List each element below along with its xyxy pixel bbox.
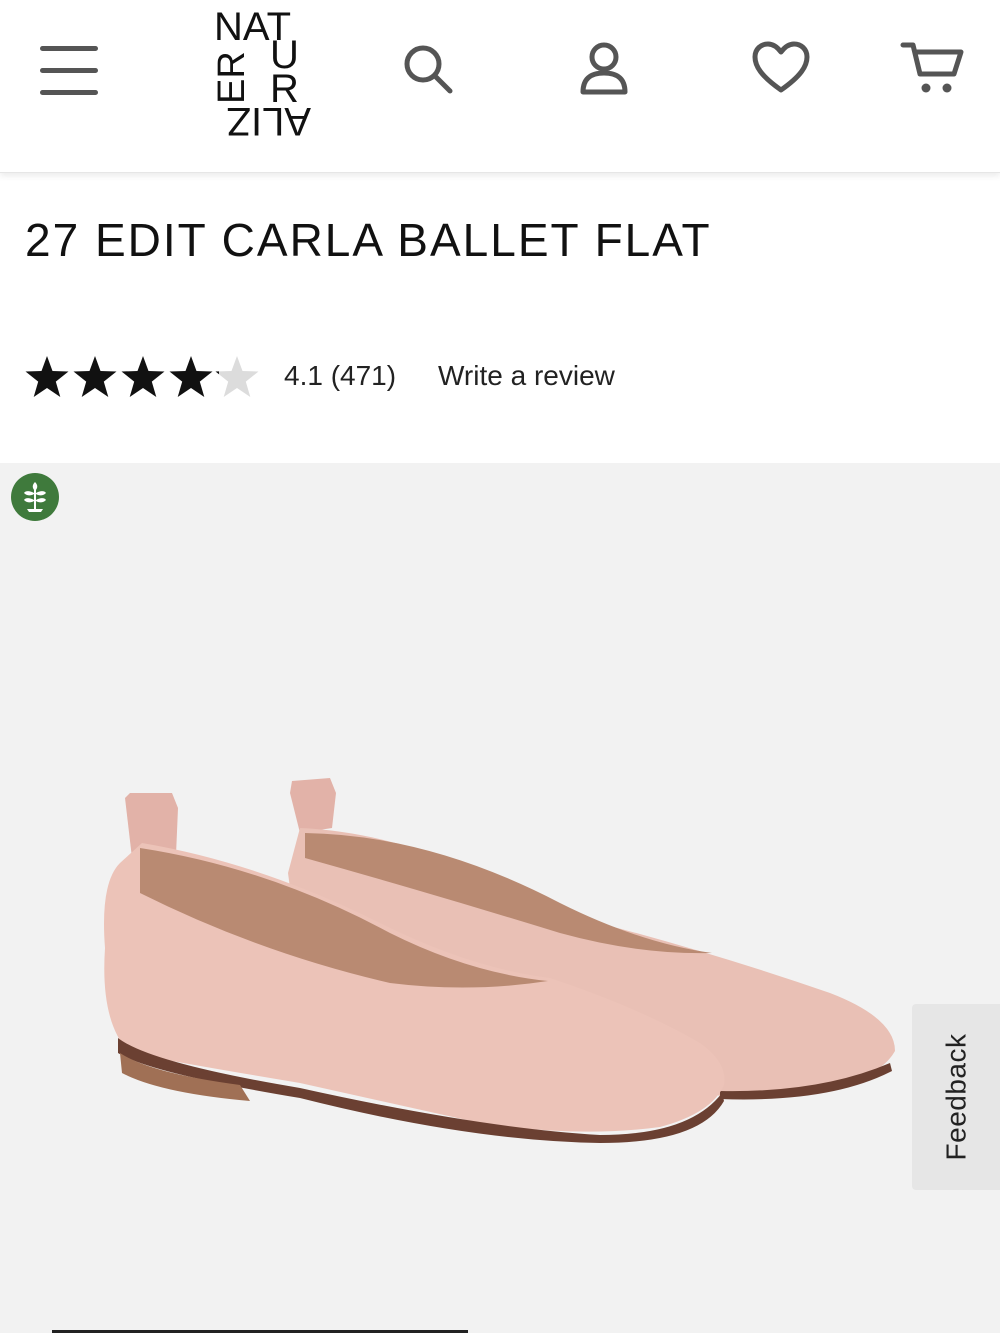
- svg-text:ALIZ: ALIZ: [227, 99, 311, 143]
- naturalizer-logo[interactable]: NAT U R ER ALIZ: [208, 2, 318, 144]
- star-filled-icon: [73, 356, 117, 397]
- search-icon[interactable]: [402, 43, 456, 97]
- rating-row: 4.1 (471) Write a review: [24, 350, 724, 406]
- feedback-tab[interactable]: Feedback: [912, 1004, 1000, 1190]
- account-icon[interactable]: [578, 40, 630, 98]
- svg-text:ER: ER: [211, 51, 253, 104]
- star-filled-icon: [169, 356, 213, 397]
- cart-icon[interactable]: [900, 40, 966, 96]
- star-filled-icon: [25, 356, 69, 397]
- product-title: 27 EDIT CARLA BALLET FLAT: [25, 214, 712, 266]
- rating-summary: 4.1 (471): [284, 360, 397, 391]
- write-review-link[interactable]: Write a review: [438, 360, 615, 392]
- star-rating[interactable]: [24, 352, 264, 402]
- product-photo-ballet-flats: [104, 778, 895, 1143]
- product-image-gallery[interactable]: Feedback: [0, 463, 1000, 1333]
- heart-icon[interactable]: [751, 40, 811, 96]
- star-filled-icon: [121, 356, 165, 397]
- feedback-label: Feedback: [940, 1033, 971, 1161]
- menu-icon[interactable]: [38, 44, 100, 98]
- star-empty-icon: [215, 356, 259, 397]
- site-header: NAT U R ER ALIZ: [0, 0, 1000, 173]
